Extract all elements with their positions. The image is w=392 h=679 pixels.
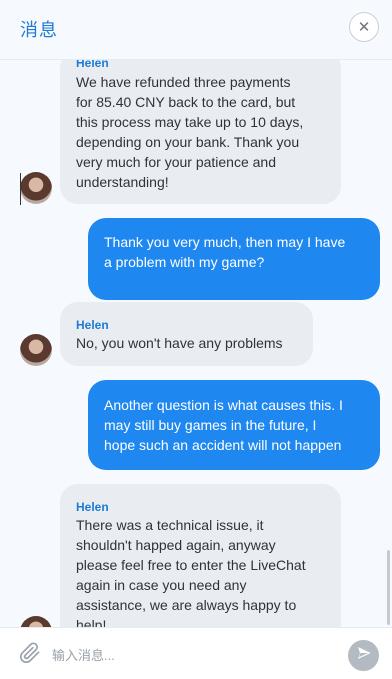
send-icon [356, 645, 372, 666]
chat-header: 消息 ✕ [0, 0, 392, 60]
message-line: Thank you very much, then may I have [104, 234, 346, 250]
message-line: may still buy games in the future, I [104, 417, 317, 433]
text-caret [20, 173, 21, 205]
message-bubble-incoming: Helen There was a technical issue, it sh… [60, 484, 341, 627]
message-line: assistance, we are always happy to [76, 597, 297, 613]
message-line: There was a technical issue, it [76, 517, 264, 533]
sender-name: Helen [76, 60, 109, 70]
message-line: very much for your patience and [76, 154, 276, 170]
message-line: understanding! [76, 174, 169, 190]
message-line: Another question is what causes this. I [104, 397, 343, 413]
message-line: again in case you need any [76, 577, 247, 593]
message-list[interactable]: Helen We have refunded three payments fo… [0, 60, 392, 627]
scrollbar-thumb[interactable] [387, 550, 390, 625]
avatar [20, 334, 52, 366]
message-bubble-outgoing: Thank you very much, then may I have a p… [88, 218, 380, 300]
close-icon: ✕ [357, 18, 371, 36]
message-bubble-incoming: Helen We have refunded three payments fo… [60, 60, 341, 204]
message-line: depending on your bank. Thank you [76, 134, 300, 150]
message-line: for 85.40 CNY back to the card, but [76, 94, 296, 110]
avatar [20, 616, 52, 627]
message-line: help! [76, 617, 107, 627]
paperclip-icon[interactable] [19, 642, 41, 664]
message-input[interactable] [50, 641, 334, 669]
message-line: hope such an accident will not happen [104, 437, 342, 453]
message-bubble-incoming: Helen No, you won't have any problems [60, 302, 313, 366]
send-button[interactable] [348, 640, 379, 671]
message-bubble-outgoing: Another question is what causes this. I … [88, 380, 380, 470]
message-line: shouldn't happed again, anyway [76, 537, 276, 553]
sender-name: Helen [76, 500, 109, 514]
message-line: We have refunded three payments [76, 74, 291, 90]
avatar [20, 172, 52, 204]
message-line: please feel free to enter the LiveChat [76, 557, 306, 573]
composer [0, 627, 392, 679]
page-title: 消息 [20, 20, 58, 40]
close-button[interactable]: ✕ [349, 12, 379, 42]
sender-name: Helen [76, 318, 109, 332]
message-line: No, you won't have any problems [76, 335, 283, 351]
message-line: this process may take up to 10 days, [76, 114, 304, 130]
message-line: a problem with my game? [104, 254, 265, 270]
